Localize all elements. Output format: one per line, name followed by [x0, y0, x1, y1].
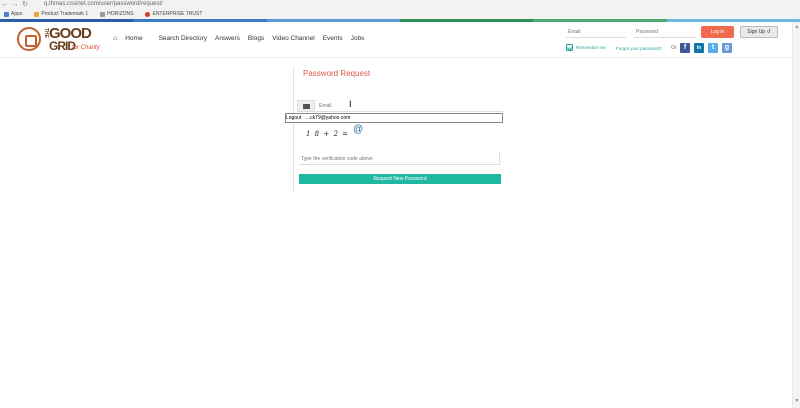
apps-icon	[4, 11, 9, 17]
address-bar[interactable]: q.thmas.cssinet.com/user/password/reques…	[44, 1, 784, 8]
logo-emblem-icon	[17, 27, 41, 51]
bookmark-1[interactable]: Product Trademark 1	[34, 11, 88, 17]
login-button[interactable]: Log in	[701, 26, 734, 38]
captcha-text: 1 8 + 2 =	[306, 130, 349, 138]
page-icon	[100, 11, 106, 17]
bookmarks-bar: Apps Product Trademark 1 HORIZONS ENTERP…	[0, 9, 800, 19]
folder-icon	[34, 11, 40, 17]
bookmark-3[interactable]: ENTERPRISE TRUST	[145, 11, 202, 17]
menu-item-search-directory[interactable]: Search Directory	[159, 35, 207, 42]
request-new-password-button[interactable]: Request New Password	[299, 174, 501, 184]
site-logo[interactable]: THE GOOD GRID for Charity	[17, 24, 107, 56]
menu-item-jobs[interactable]: Jobs	[351, 35, 365, 42]
remember-me[interactable]: Remember me	[566, 44, 606, 51]
email-input[interactable]	[315, 100, 503, 112]
site-header: THE GOOD GRID for Charity ⌂ Home Search D…	[0, 22, 800, 58]
bookmark-2[interactable]: HORIZONS	[100, 11, 133, 17]
header-password-input[interactable]	[634, 26, 696, 38]
menu-item-answers[interactable]: Answers	[215, 35, 240, 42]
scroll-down-icon[interactable]: ▼	[794, 398, 800, 404]
home-icon: ⌂	[113, 35, 118, 42]
signup-button[interactable]: Sign Up ↺	[740, 26, 778, 38]
menu-item-blogs[interactable]: Blogs	[248, 35, 264, 42]
address-row: ← → ↻ q.thmas.cssinet.com/user/password/…	[0, 0, 800, 9]
google-icon[interactable]: g	[722, 43, 732, 53]
menu-item-home[interactable]: ⌂ Home	[113, 35, 151, 42]
forward-icon[interactable]: →	[10, 0, 20, 9]
linkedin-icon[interactable]: in	[694, 43, 704, 53]
site-icon	[145, 11, 151, 17]
autofill-value[interactable]: ...ck79@yahoo.com	[306, 114, 350, 122]
verification-code-input[interactable]	[299, 153, 500, 165]
browser-chrome: ← → ↻ q.thmas.cssinet.com/user/password/…	[0, 0, 800, 20]
password-request-card: Password Request I Logout ...ck79@yahoo.…	[285, 66, 503, 192]
reload-icon[interactable]: ↻	[20, 0, 30, 9]
or-label: Or	[671, 45, 677, 51]
back-icon[interactable]: ←	[0, 0, 10, 9]
header-email-input[interactable]	[566, 26, 626, 38]
twitter-icon[interactable]: t	[708, 43, 718, 53]
signup-arrow-icon: ↺	[766, 29, 771, 35]
menu-item-video-channel[interactable]: Video Channel	[272, 35, 315, 42]
text-cursor-icon: I	[349, 99, 352, 109]
forgot-password-link[interactable]: Forgot your password?	[616, 46, 662, 51]
autofill-dropdown[interactable]: Logout ...ck79@yahoo.com	[285, 113, 503, 123]
autofill-label: Logout	[286, 115, 302, 121]
menu-item-events[interactable]: Events	[323, 35, 343, 42]
logo-tagline: for Charity	[72, 45, 100, 51]
main-menu: ⌂ Home Search Directory Answers Blogs Vid…	[113, 35, 372, 42]
scroll-up-icon[interactable]: ▲	[794, 24, 800, 30]
email-row	[297, 100, 503, 114]
page-scrollbar[interactable]: ▲ ▼	[792, 22, 800, 408]
facebook-icon[interactable]: f	[680, 43, 690, 53]
bookmark-apps[interactable]: Apps	[4, 11, 22, 17]
page-title: Password Request	[303, 69, 371, 78]
envelope-icon	[297, 100, 315, 112]
remember-checkbox[interactable]	[566, 44, 573, 51]
captcha-refresh-icon[interactable]: @	[353, 124, 363, 135]
